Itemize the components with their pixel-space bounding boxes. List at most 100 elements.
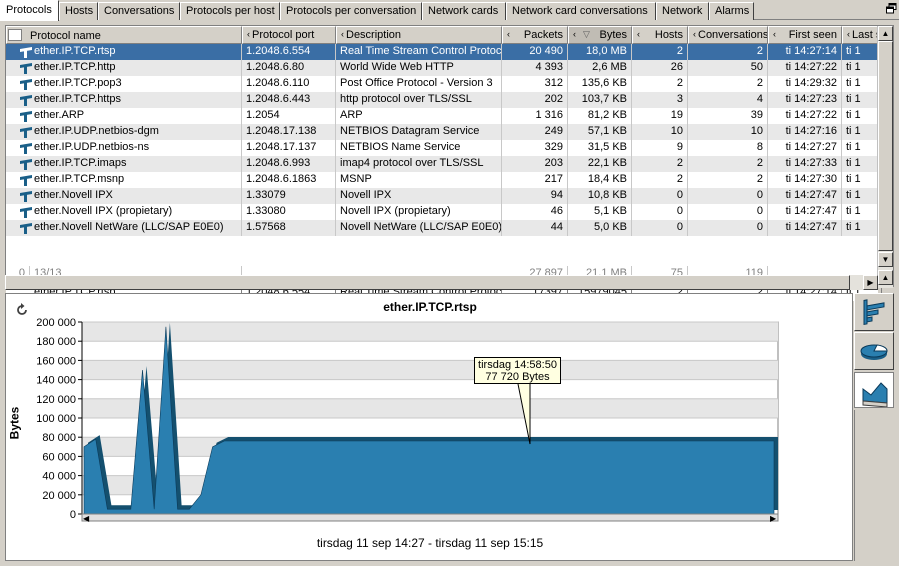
table-cell: 39 (688, 108, 768, 124)
column-header-4[interactable]: ‹ Bytes ▽ (568, 26, 632, 44)
scroll-down-button[interactable]: ▼ (878, 252, 893, 267)
cell-text: 50 (750, 61, 763, 73)
cell-text: Novell IPX (340, 189, 392, 201)
column-header-8[interactable]: ‹ Last s (842, 26, 882, 44)
table-cell: 1.57568 (242, 220, 336, 236)
scroll-up-button[interactable]: ▲ (878, 26, 893, 41)
table-cell: 1.33080 (242, 204, 336, 220)
column-header-label: Packets (523, 29, 563, 41)
column-header-6[interactable]: ‹ Conversations (688, 26, 768, 44)
table-row[interactable]: ether.IP.TCP.msnp 1.2048.6.1863 MSNP 217 18,… (6, 172, 878, 188)
column-header-3[interactable]: ‹ Packets (502, 26, 568, 44)
area-chart-view-button[interactable] (854, 372, 894, 408)
table-cell: ARP (336, 108, 502, 124)
table-cell: ti 1 (842, 140, 878, 156)
table-cell: 135,6 KB (568, 76, 632, 92)
cell-text: Post Office Protocol - Version 3 (340, 77, 493, 89)
tab-protocols[interactable]: Protocols (0, 0, 59, 21)
cell-text: 0 (756, 205, 763, 217)
cell-text: ether.IP.TCP.pop3 (34, 77, 122, 89)
scroll-right-button[interactable]: ▶ (863, 275, 878, 290)
cell-text: 5,0 KB (593, 221, 627, 233)
grid-band (82, 322, 778, 342)
chart-tooltip: tirsdag 14:58:50 77 720 Bytes (474, 357, 561, 384)
cell-text: 1.2048.17.137 (246, 141, 317, 153)
cell-text: 0 (756, 221, 763, 233)
table-cell: Post Office Protocol - Version 3 (336, 76, 502, 92)
table-cell: 312 (502, 76, 568, 92)
table-cell: ti 1 (842, 60, 878, 76)
table-row[interactable]: ether.IP.TCP.pop3 1.2048.6.110 Post Office… (6, 76, 878, 92)
table-row[interactable]: ether.Novell NetWare (LLC/SAP E0E0) 1.575… (6, 220, 878, 236)
cell-text: 19 (670, 109, 683, 121)
cell-text: ti 1 (846, 93, 861, 105)
table-row[interactable]: ether.IP.TCP.imaps 1.2048.6.993 imap4 prot… (6, 156, 878, 172)
cell-text: ether.ARP (34, 109, 85, 121)
horizontal-scrollbar[interactable]: ▶ (5, 275, 878, 290)
cell-text: 57,1 KB (587, 125, 627, 137)
cell-text: 10 (750, 125, 763, 137)
table-cell: ti 14:27:27 (768, 140, 842, 156)
cell-text: ti 14:27:14 (785, 45, 837, 57)
cell-text: 2 (756, 45, 763, 57)
tab-hosts[interactable]: Hosts (59, 2, 98, 20)
cell-text: 4 (756, 93, 763, 105)
table-row[interactable]: ether.IP.TCP.rtsp 1.2048.6.554 Real Time S… (6, 44, 878, 60)
cell-text: 2 (676, 45, 683, 57)
table-row[interactable]: ether.Novell IPX (propietary) 1.33080 Nove… (6, 204, 878, 220)
table-row[interactable]: ether.IP.UDP.netbios-ns 1.2048.17.137 NETB… (6, 140, 878, 156)
cell-text: ether.IP.UDP.netbios-dgm (34, 125, 159, 137)
vertical-scrollbar[interactable]: ▲ ▼ ▲ (877, 26, 893, 288)
column-header-5[interactable]: ‹ Hosts (632, 26, 688, 44)
table-cell: NETBIOS Datagram Service (336, 124, 502, 140)
tab-network-card-conversations[interactable]: Network card conversations (506, 2, 656, 20)
column-resize-icon: ‹ (637, 29, 640, 39)
table-cell: 2 (688, 44, 768, 60)
scroll-thumb[interactable] (878, 41, 893, 251)
table-cell: ti 14:27:14 (768, 44, 842, 60)
cell-text: ti 14:27:30 (785, 173, 837, 185)
column-header-0[interactable]: Protocol name (6, 26, 242, 44)
tab-protocols-per-conversation[interactable]: Protocols per conversation (280, 2, 422, 20)
table-cell: 94 (502, 188, 568, 204)
bar-chart-view-button[interactable] (854, 293, 894, 331)
y-tick-label: 0 (70, 509, 76, 521)
horizontal-scroll-thumb[interactable] (5, 275, 850, 290)
column-header-2[interactable]: ‹ Description (336, 26, 502, 44)
cell-text: 44 (550, 221, 563, 233)
tab-network[interactable]: Network (656, 2, 709, 20)
tab-protocols-per-host[interactable]: Protocols per host (180, 2, 280, 20)
table-row[interactable]: ether.IP.UDP.netbios-dgm 1.2048.17.138 NET… (6, 124, 878, 140)
table-cell: 4 (688, 92, 768, 108)
cell-text: ti 1 (846, 141, 861, 153)
pie-chart-view-button[interactable] (854, 332, 894, 370)
table-cell: 1.33079 (242, 188, 336, 204)
footer-scroll-up-button[interactable]: ▲ (878, 270, 893, 285)
table-row[interactable]: ether.Novell IPX 1.33079 Novell IPX 94 10,8 … (6, 188, 878, 204)
table-cell: 2 (632, 156, 688, 172)
table-row[interactable]: ether.IP.TCP.https 1.2048.6.443 http proto… (6, 92, 878, 108)
table-cell: 1.2048.6.554 (242, 44, 336, 60)
column-header-1[interactable]: ‹ Protocol port (242, 26, 336, 44)
table-cell: ether.IP.TCP.msnp (6, 172, 242, 188)
y-tick-label: 40 000 (42, 471, 76, 483)
table-cell: 0 (632, 220, 688, 236)
y-tick-label: 20 000 (42, 490, 76, 502)
select-all-checkbox[interactable] (8, 29, 22, 41)
y-tick-label: 180 000 (36, 336, 76, 348)
table-cell: 1.2048.17.138 (242, 124, 336, 140)
tab-conversations[interactable]: Conversations (98, 2, 180, 20)
table-cell: ti 14:27:30 (768, 172, 842, 188)
restore-window-icon[interactable] (886, 3, 897, 14)
column-header-7[interactable]: ‹ First seen (768, 26, 842, 44)
table-row[interactable]: ether.IP.TCP.http 1.2048.6.80 World Wide W… (6, 60, 878, 76)
table-cell: ether.ARP (6, 108, 242, 124)
table-cell: ti 14:27:47 (768, 188, 842, 204)
tab-alarms[interactable]: Alarms (709, 2, 754, 20)
cell-text: ether.Novell IPX (34, 189, 113, 201)
protocol-icon (20, 111, 32, 122)
tab-network-cards[interactable]: Network cards (422, 2, 506, 20)
cell-text: ti 14:27:47 (785, 189, 837, 201)
protocol-icon (20, 79, 32, 90)
table-row[interactable]: ether.ARP 1.2054 ARP 1 316 81,2 KB 19 39 ti 14:… (6, 108, 878, 124)
